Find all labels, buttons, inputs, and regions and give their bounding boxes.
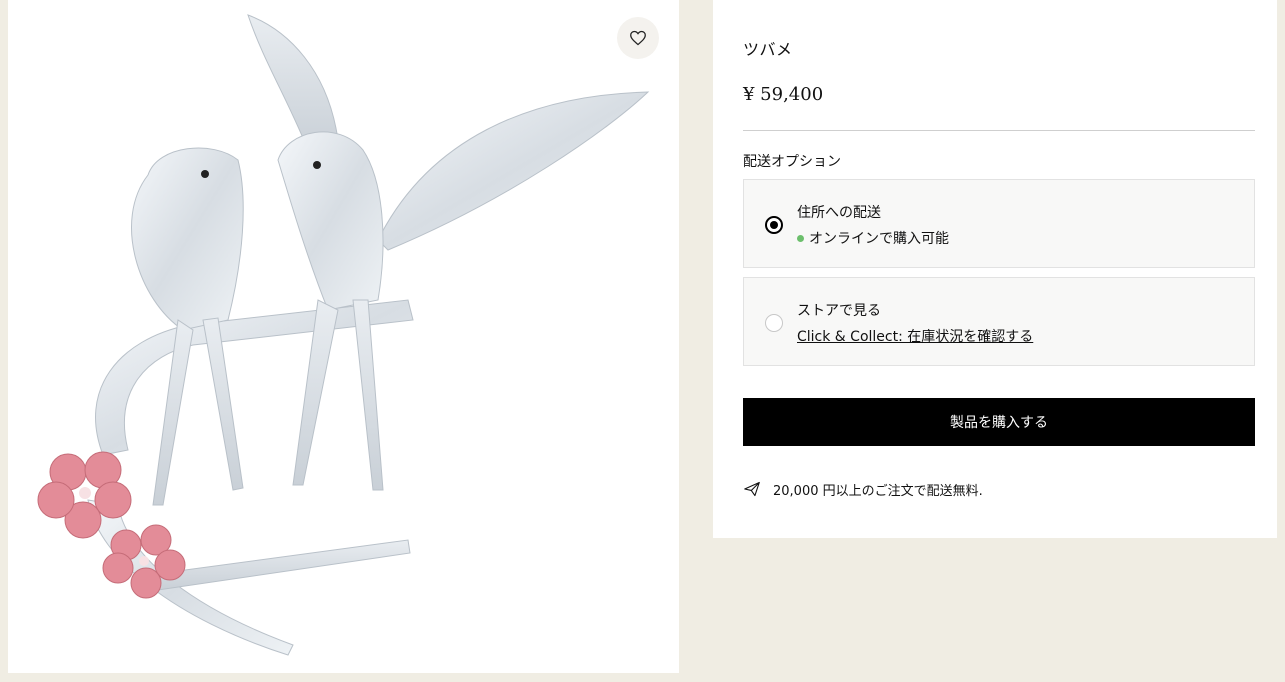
click-collect-link[interactable]: Click & Collect: 在庫状況を確認する	[797, 326, 1033, 346]
heart-icon	[630, 30, 646, 46]
product-page: ツバメ ¥ 59,400 配送オプション 住所への配送 オンラインで購入可能 ス…	[0, 0, 1285, 682]
product-info-panel: ツバメ ¥ 59,400 配送オプション 住所への配送 オンラインで購入可能 ス…	[713, 0, 1277, 538]
free-shipping-text: 20,000 円以上のご注文で配送無料.	[773, 483, 983, 499]
shipping-option-store[interactable]: ストアで見る Click & Collect: 在庫状況を確認する	[743, 277, 1255, 366]
free-shipping-notice: 20,000 円以上のご注文で配送無料.	[743, 479, 983, 499]
paper-plane-icon	[744, 481, 760, 497]
wishlist-button[interactable]	[617, 17, 659, 59]
product-image[interactable]	[8, 0, 679, 673]
shipping-option-title: ストアで見る	[797, 303, 881, 319]
shipping-option-title: 住所への配送	[797, 205, 881, 221]
radio-store[interactable]	[765, 314, 783, 332]
divider	[743, 130, 1255, 131]
availability-text: オンラインで購入可能	[809, 231, 949, 247]
available-dot-icon	[797, 234, 804, 242]
product-price: ¥ 59,400	[743, 84, 824, 105]
availability-status: オンラインで購入可能	[797, 228, 949, 248]
shipping-option-delivery[interactable]: 住所への配送 オンラインで購入可能	[743, 179, 1255, 268]
buy-button[interactable]: 製品を購入する	[743, 398, 1255, 446]
radio-delivery[interactable]	[765, 216, 783, 234]
product-image-panel	[8, 0, 679, 673]
shipping-options-label: 配送オプション	[743, 154, 841, 170]
product-title: ツバメ	[743, 40, 793, 59]
